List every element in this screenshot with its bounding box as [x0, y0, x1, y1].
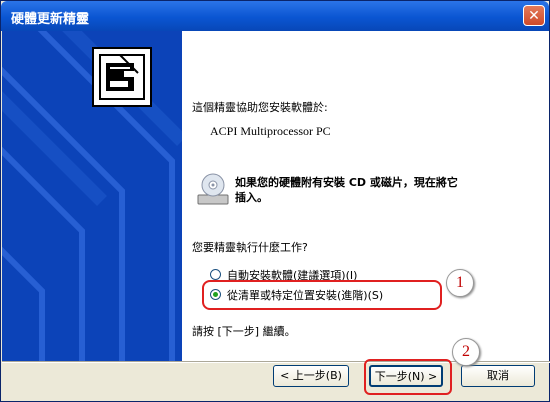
close-button[interactable]: ✕	[523, 5, 545, 26]
highlight-next-annotation	[364, 359, 452, 395]
product-name: ACPI Multiprocessor PC	[210, 124, 331, 138]
cancel-button[interactable]: 取消	[461, 365, 535, 387]
close-icon: ✕	[528, 8, 540, 24]
wizard-content: 這個精靈協助您安裝軟體於: ACPI Multiprocessor PC 如果您…	[182, 31, 549, 361]
window-title: 硬體更新精靈	[11, 12, 90, 27]
title-bar[interactable]: 硬體更新精靈 ✕	[1, 1, 549, 31]
cd-notice-line2: 插入。	[235, 191, 268, 204]
wizard-side-panel	[2, 31, 182, 361]
cd-drive-icon	[197, 173, 229, 205]
cd-notice-line1: 如果您的硬體附有安裝 CD 或磁片，現在將它	[235, 176, 458, 189]
wizard-window: 硬體更新精靈 ✕ 這個精靈協助您安裝軟體於: ACPI Multiprocess…	[0, 0, 550, 402]
step-badge-1: 1	[446, 269, 474, 297]
option-auto-radio[interactable]	[210, 269, 221, 280]
instruction-text: 請按 [下一步] 繼續。	[192, 325, 296, 338]
question-text: 您要精靈執行什麼工作?	[192, 241, 308, 254]
highlight-option-annotation	[202, 280, 442, 310]
hardware-wizard-icon	[92, 47, 152, 107]
step-badge-2: 2	[452, 338, 480, 366]
back-button[interactable]: < 上一步(B)	[273, 365, 349, 387]
intro-text: 這個精靈協助您安裝軟體於:	[192, 101, 328, 114]
